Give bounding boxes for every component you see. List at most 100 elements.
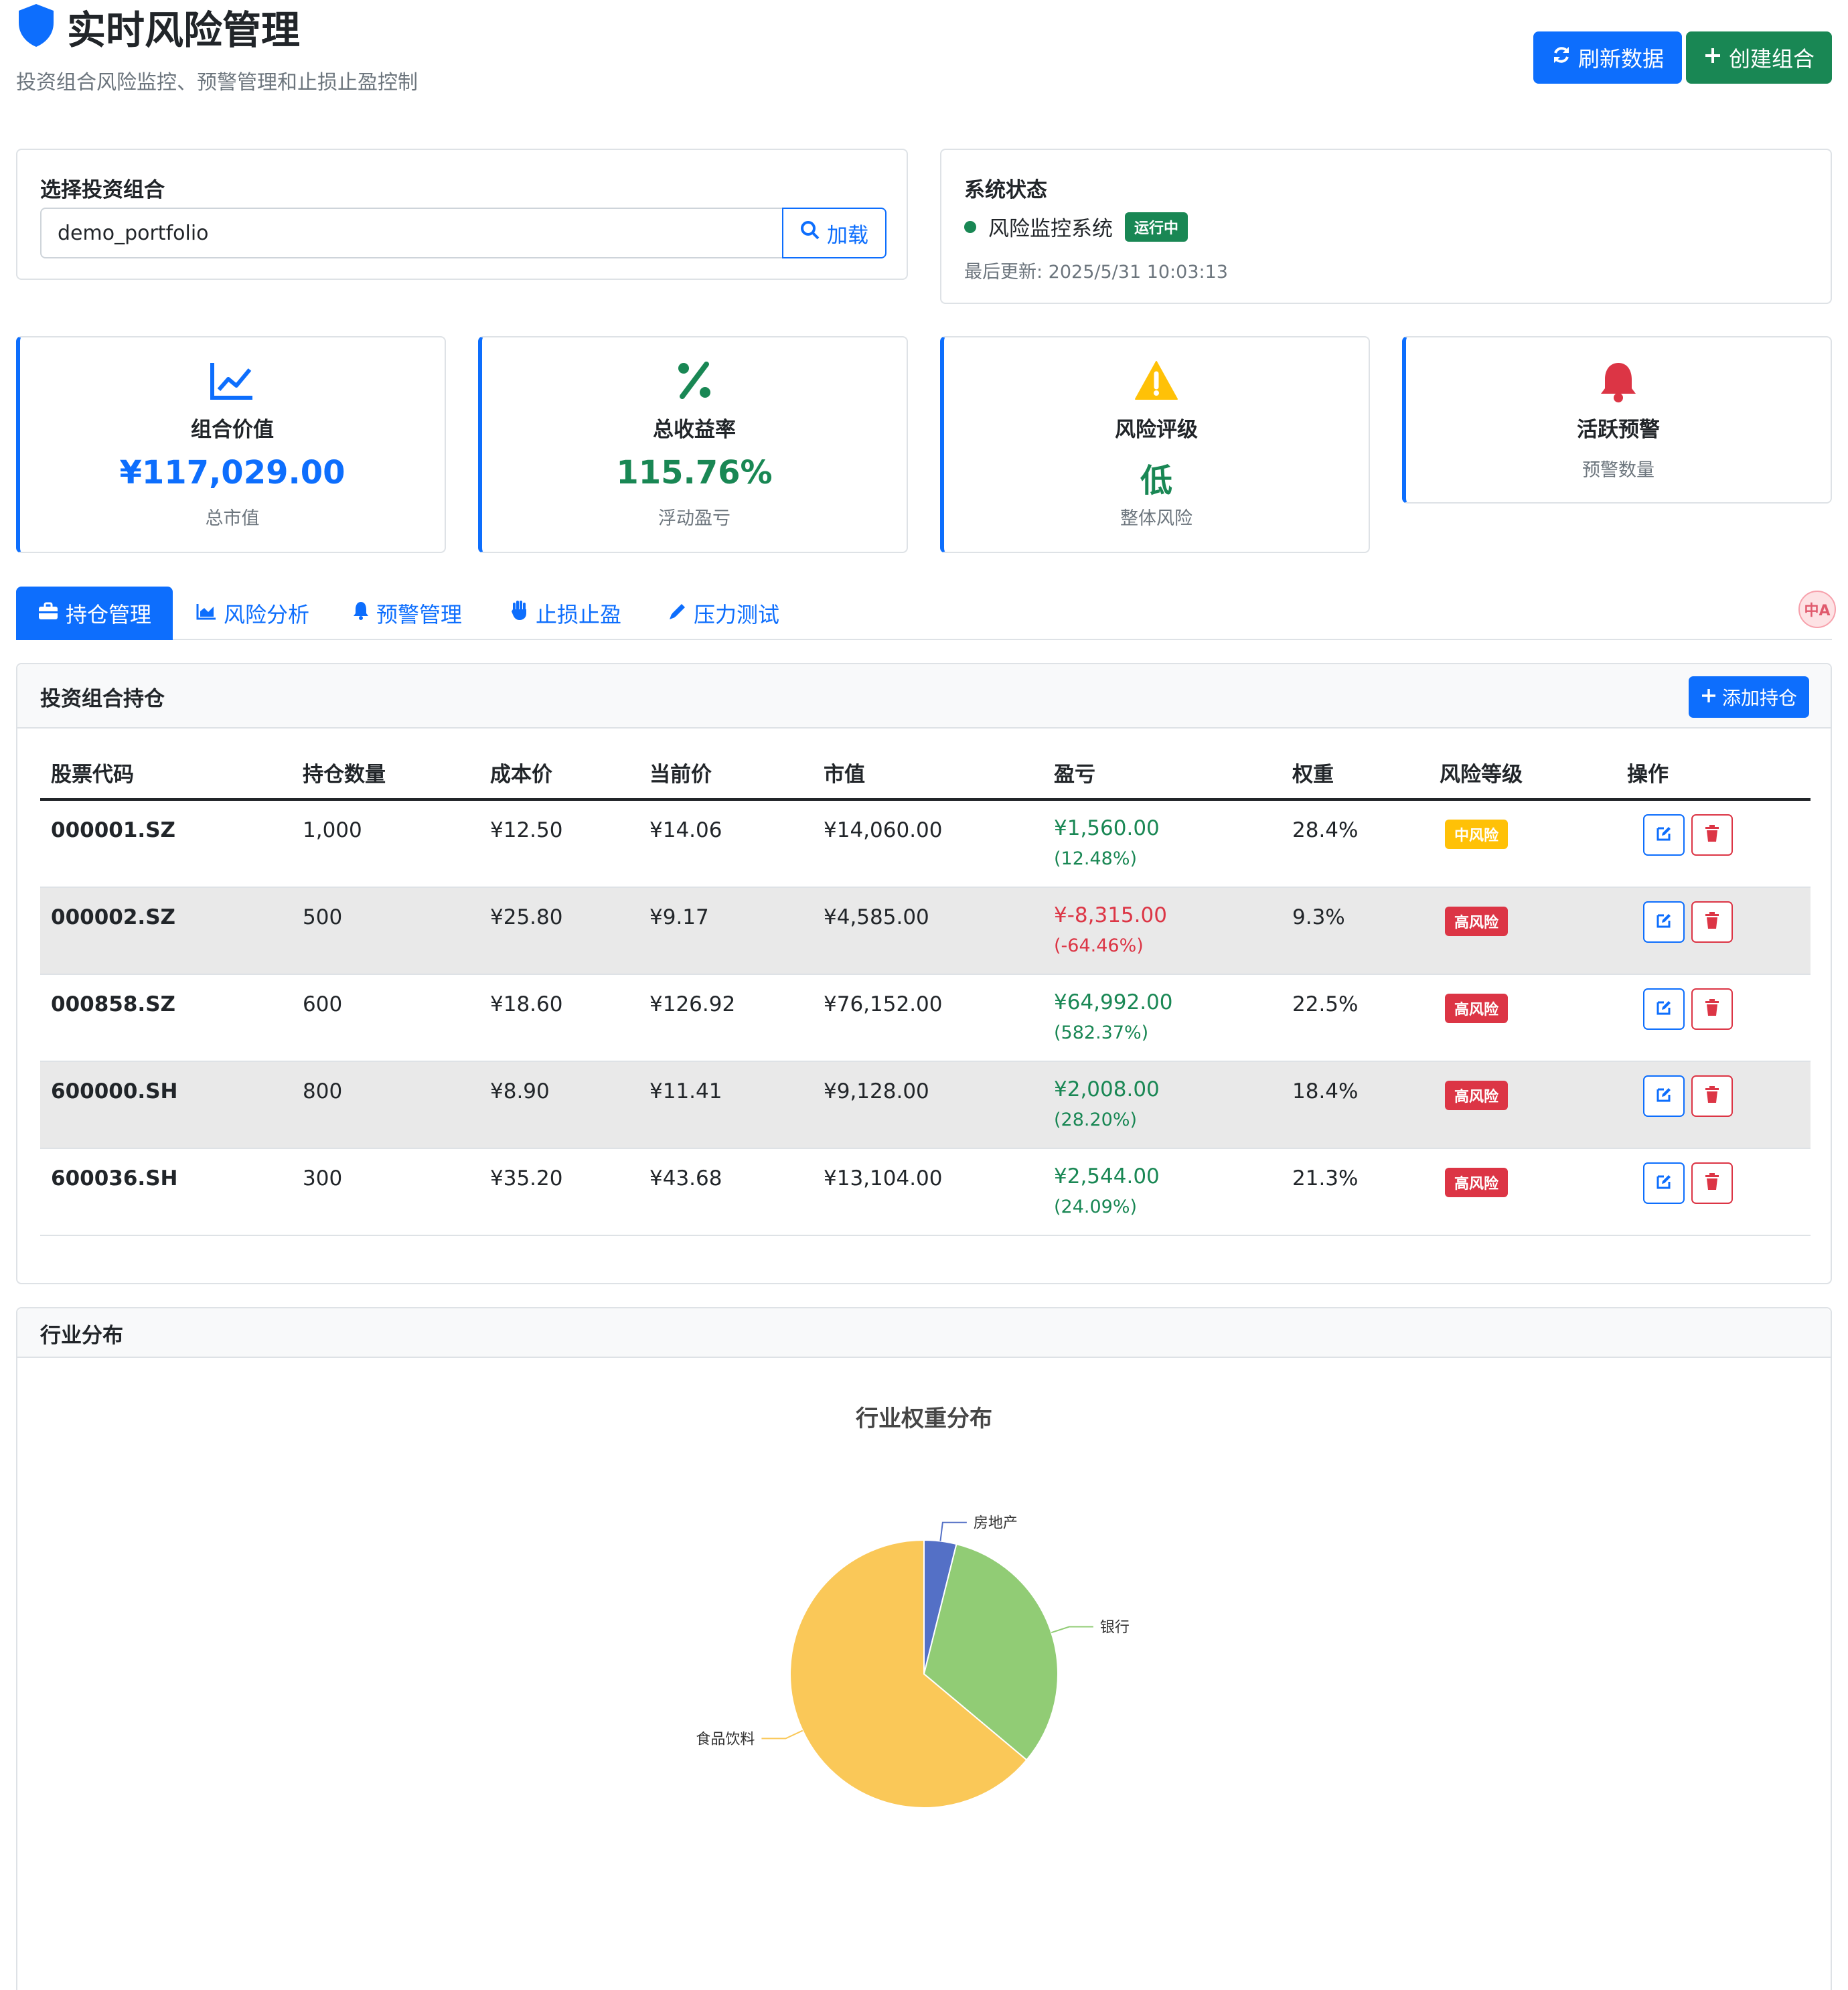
cell-code: 000001.SZ (51, 818, 175, 842)
cell-weight: 28.4% (1292, 818, 1359, 842)
pie-label: 食品饮料 (696, 1731, 755, 1748)
cell-weight: 21.3% (1292, 1166, 1359, 1191)
col-cost-header: 成本价 (490, 762, 552, 787)
system-name: 风险监控系统 (988, 217, 1113, 241)
col-weight-header: 权重 (1292, 762, 1334, 787)
total-return-sub: 浮动盈亏 (658, 508, 730, 529)
edit-position-button[interactable] (1643, 988, 1685, 1030)
risk-rating-label: 风险评级 (1115, 418, 1198, 442)
holdings-title: 投资组合持仓 (40, 686, 165, 711)
risk-level-badge: 高风险 (1445, 1168, 1509, 1197)
pnl-amount: ¥-8,315.00 (1054, 903, 1167, 927)
table-row: 000858.SZ 600 ¥18.60 ¥126.92 ¥76,152.00 22.5%… (40, 975, 1811, 1062)
edit-icon (1654, 1085, 1673, 1107)
tab-stress-test-label: 压力测试 (694, 602, 780, 627)
edit-icon (1654, 824, 1673, 846)
industry-title: 行业分布 (40, 1323, 123, 1348)
cell-market-value: ¥13,104.00 (824, 1166, 943, 1191)
holdings-panel: 投资组合持仓 添加持仓 股票代码 持仓数量 成本价 当前价 市值 盈亏 权重 风… (16, 663, 1832, 1284)
cell-cost: ¥8.90 (490, 1079, 550, 1103)
portfolio-value: ¥117,029.00 (119, 454, 345, 491)
edit-position-button[interactable] (1643, 901, 1685, 943)
delete-position-button[interactable] (1691, 901, 1733, 943)
edit-position-button[interactable] (1643, 814, 1685, 856)
translate-widget-icon[interactable]: 中A (1798, 591, 1836, 628)
system-status-card: 系统状态 风险监控系统 运行中 最后更新: 2025/5/31 10:03:13 (940, 149, 1832, 304)
active-alerts-card: 活跃预警 预警数量 (1402, 336, 1832, 504)
main-tabs: 持仓管理 风险分析 预警管理 止损止盈 压力测试 (16, 587, 1832, 640)
cell-market-value: ¥9,128.00 (824, 1079, 929, 1103)
refresh-data-label: 刷新数据 (1577, 46, 1664, 72)
percent-icon (482, 360, 907, 400)
tab-risk-analysis-label: 风险分析 (224, 602, 310, 627)
system-status-label: 系统状态 (964, 178, 1047, 202)
industry-pie-chart: 行业权重分布房地产银行食品饮料 (696, 1405, 1130, 1809)
cell-cost: ¥12.50 (490, 818, 563, 842)
total-return-label: 总收益率 (653, 418, 736, 442)
risk-level-badge: 高风险 (1445, 994, 1509, 1023)
pnl-amount: ¥2,544.00 (1054, 1164, 1160, 1189)
shield-icon (16, 3, 56, 51)
table-row: 000002.SZ 500 ¥25.80 ¥9.17 ¥4,585.00 9.3% ¥-8,… (40, 888, 1811, 975)
bell-icon (352, 601, 370, 626)
page-subtitle: 投资组合风险监控、预警管理和止损止盈控制 (16, 71, 418, 94)
industry-panel: 行业分布 行业权重分布 房地产 银行 食品饮料 (16, 1307, 1832, 1990)
edit-position-button[interactable] (1643, 1162, 1685, 1204)
cell-qty: 300 (303, 1166, 343, 1191)
create-portfolio-button[interactable]: 创建组合 (1686, 31, 1832, 84)
cell-weight: 22.5% (1292, 992, 1359, 1016)
tab-alerts-label: 预警管理 (376, 602, 463, 627)
warning-icon (944, 360, 1369, 400)
cell-market-value: ¥14,060.00 (824, 818, 943, 842)
portfolio-input[interactable] (40, 208, 799, 258)
trash-icon (1704, 998, 1720, 1020)
tab-positions-label: 持仓管理 (65, 602, 151, 627)
edit-icon (1654, 998, 1673, 1020)
cell-market-value: ¥4,585.00 (824, 905, 929, 929)
cell-market-value: ¥76,152.00 (824, 992, 943, 1016)
trash-icon (1704, 824, 1720, 846)
edit-position-button[interactable] (1643, 1075, 1685, 1117)
load-button[interactable]: 加载 (782, 208, 887, 258)
delete-position-button[interactable] (1691, 988, 1733, 1030)
pie-label: 房地产 (974, 1515, 1018, 1532)
tab-stop-loss[interactable]: 止损止盈 (510, 587, 621, 640)
tab-stop-loss-label: 止损止盈 (536, 602, 622, 627)
trash-icon (1704, 1085, 1720, 1107)
bell-icon (1406, 360, 1831, 403)
cell-price: ¥14.06 (649, 818, 722, 842)
portfolio-value-sub: 总市值 (205, 508, 260, 529)
edit-icon (1654, 1172, 1673, 1194)
last-updated: 最后更新: 2025/5/31 10:03:13 (964, 262, 1228, 283)
tab-alerts[interactable]: 预警管理 (352, 587, 462, 640)
total-return-card: 总收益率 115.76% 浮动盈亏 (478, 336, 908, 553)
tab-positions[interactable]: 持仓管理 (16, 587, 173, 640)
refresh-data-button[interactable]: 刷新数据 (1533, 31, 1682, 84)
page-title-text: 实时风险管理 (67, 7, 301, 53)
tab-stress-test[interactable]: 压力测试 (668, 587, 779, 640)
tab-risk-analysis[interactable]: 风险分析 (196, 587, 309, 640)
delete-position-button[interactable] (1691, 1162, 1733, 1204)
risk-rating-value: 低 (1140, 462, 1172, 500)
cell-pnl: ¥1,560.00 (12.48%) (1043, 818, 1160, 868)
chart-line-icon (20, 360, 445, 400)
industry-panel-header: 行业分布 (17, 1308, 1831, 1358)
delete-position-button[interactable] (1691, 1075, 1733, 1117)
add-position-label: 添加持仓 (1721, 687, 1797, 709)
system-status-row: 风险监控系统 运行中 (964, 212, 1188, 242)
sync-icon (1551, 45, 1571, 70)
total-return-value: 115.76% (616, 454, 773, 491)
pnl-amount: ¥2,008.00 (1054, 1077, 1160, 1101)
risk-level-badge: 高风险 (1445, 1081, 1509, 1110)
table-row: 600036.SH 300 ¥35.20 ¥43.68 ¥13,104.00 21.3% ¥… (40, 1149, 1811, 1236)
cell-pnl: ¥2,544.00 (24.09%) (1043, 1164, 1160, 1217)
pnl-percent: (582.37%) (1054, 1022, 1149, 1043)
add-position-button[interactable]: 添加持仓 (1689, 676, 1809, 718)
cell-code: 000002.SZ (51, 905, 175, 929)
portfolio-value-label: 组合价值 (191, 418, 274, 442)
holdings-panel-header: 投资组合持仓 添加持仓 (17, 664, 1831, 729)
cell-code: 600000.SH (51, 1079, 178, 1103)
delete-position-button[interactable] (1691, 814, 1733, 856)
cell-price: ¥11.41 (649, 1079, 722, 1103)
col-price-header: 当前价 (649, 762, 712, 787)
